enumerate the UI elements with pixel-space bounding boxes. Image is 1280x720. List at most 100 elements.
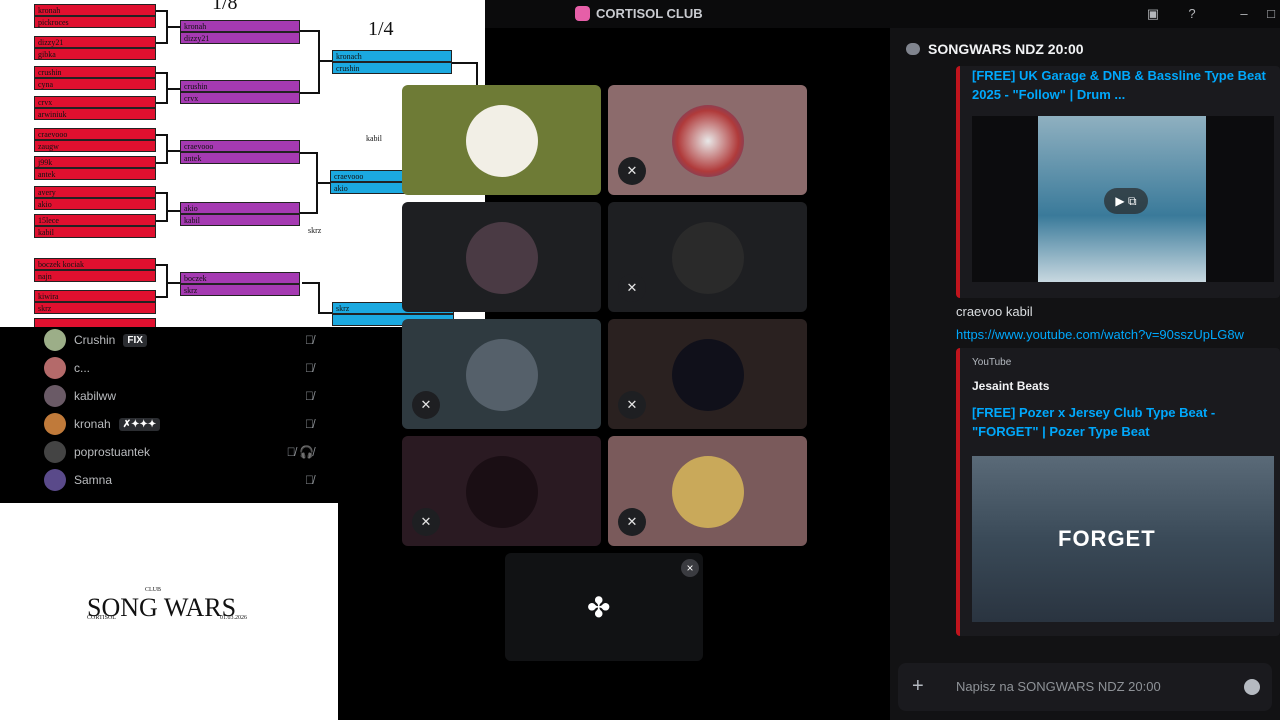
- mic-muted-icon: 🎙̸: [305, 417, 314, 431]
- video-thumbnail[interactable]: FORGET: [972, 456, 1274, 622]
- avatar: [44, 413, 66, 435]
- voice-member[interactable]: kronah ✗✦✦✦ 🎙̸: [44, 413, 314, 435]
- member-badge: ✗✦✦✦: [118, 417, 161, 431]
- bracket-slot: zaugw: [34, 140, 156, 152]
- bracket-slot: craevooo: [34, 128, 156, 140]
- bracket-slot: antek: [34, 168, 156, 180]
- mic-muted-icon: ✕: [412, 508, 440, 536]
- round-label-1-8: 1/8: [212, 0, 238, 14]
- avatar: [44, 329, 66, 351]
- emoji-icon[interactable]: [1244, 679, 1260, 695]
- voice-tile[interactable]: ✕: [608, 319, 807, 429]
- voice-tile[interactable]: [402, 202, 601, 312]
- member-name: Crushin: [74, 333, 116, 347]
- bracket-slot: najn: [34, 270, 156, 282]
- chat-header: SONGWARS NDZ 20:00: [890, 28, 1280, 70]
- minimize-icon[interactable]: –: [1235, 5, 1253, 23]
- voice-member[interactable]: poprostuantek 🎙̸ 🎧̸: [44, 441, 314, 463]
- add-attachment-icon[interactable]: +: [912, 675, 924, 698]
- bracket-slot: akio: [34, 198, 156, 210]
- voice-member[interactable]: kabilww 🎙̸: [44, 385, 314, 407]
- bracket-slot: skrz: [34, 302, 156, 314]
- avatar: [466, 105, 538, 177]
- message-link[interactable]: https://www.youtube.com/watch?v=90sszUpL…: [956, 327, 1244, 342]
- close-icon[interactable]: ×: [681, 559, 699, 577]
- song-wars-brand: CORTISOL: [87, 615, 116, 621]
- deafened-icon: ✕: [618, 508, 646, 536]
- bracket-slot: crushin: [34, 66, 156, 78]
- bracket-slot: cyna: [34, 78, 156, 90]
- voice-tile[interactable]: ✕: [608, 436, 807, 546]
- voice-tile[interactable]: [402, 85, 601, 195]
- server-logo-icon: [575, 6, 590, 21]
- bracket-slot: crvx: [34, 96, 156, 108]
- bracket-slot: kabil: [180, 214, 300, 226]
- channel-name: SONGWARS NDZ 20:00: [928, 41, 1084, 57]
- bracket-slot: craevooo: [180, 140, 300, 152]
- member-name: kabilww: [74, 389, 117, 403]
- chat-bubble-icon: [906, 43, 920, 55]
- play-icon[interactable]: ▶ ⧉: [1104, 188, 1148, 214]
- bracket-note: kabil: [366, 134, 382, 143]
- avatar: [466, 339, 538, 411]
- mic-muted-icon: 🎙̸: [305, 361, 314, 375]
- chat-panel: SONGWARS NDZ 20:00 [FREE] UK Garage & DN…: [890, 28, 1280, 720]
- bracket-slot: boczek kociak: [34, 258, 156, 270]
- app-title: CORTISOL CLUB: [575, 6, 703, 21]
- voice-member-list: Crushin FIX 🎙̸ c... 🎙̸ kabilww 🎙̸ kronah…: [0, 327, 338, 503]
- mic-muted-icon: 🎙̸: [305, 333, 314, 347]
- bracket-slot: j99k: [34, 156, 156, 168]
- avatar: [672, 339, 744, 411]
- bracket-slot: avery: [34, 186, 156, 198]
- mic-muted-icon: 🎙̸: [305, 389, 314, 403]
- deafened-icon: ✕: [412, 391, 440, 419]
- song-wars-date: 01.03.2026: [220, 615, 247, 621]
- avatar: [672, 456, 744, 528]
- bracket-slot: antek: [180, 152, 300, 164]
- bracket-slot: crushin: [180, 80, 300, 92]
- video-thumbnail[interactable]: ▶ ⧉: [972, 116, 1274, 282]
- bracket-slot: arwiniuk: [34, 108, 156, 120]
- mic-muted-icon: ✕: [618, 157, 646, 185]
- bracket-note: skrz: [308, 226, 322, 235]
- bracket-slot: skrz: [180, 284, 300, 296]
- avatar: [466, 222, 538, 294]
- bracket-slot: crushin: [332, 62, 452, 74]
- voice-tile[interactable]: ✕: [402, 436, 601, 546]
- avatar: [44, 469, 66, 491]
- voice-tile[interactable]: ✕: [402, 319, 601, 429]
- bracket-slot: pickroces: [34, 16, 156, 28]
- help-icon[interactable]: ?: [1183, 5, 1201, 23]
- youtube-embed: YouTube Jesaint Beats [FREE] Pozer x Jer…: [956, 348, 1280, 636]
- avatar: [672, 222, 744, 294]
- embed-title[interactable]: [FREE] Pozer x Jersey Club Type Beat - "…: [972, 403, 1262, 441]
- voice-member[interactable]: Crushin FIX 🎙̸: [44, 329, 314, 351]
- bracket-slot: kiwira: [34, 290, 156, 302]
- member-name: poprostuantek: [74, 445, 151, 459]
- bracket-slot: dizzy21: [180, 32, 300, 44]
- mic-muted-icon: 🎙̸: [305, 473, 314, 487]
- embed-title[interactable]: [FREE] UK Garage & DNB & Bassline Type B…: [972, 66, 1272, 104]
- embed-provider: YouTube: [972, 357, 1012, 368]
- round-label-1-4: 1/4: [368, 18, 394, 40]
- message-input[interactable]: + Napisz na SONGWARS NDZ 20:00: [898, 663, 1272, 711]
- maximize-icon[interactable]: □: [1262, 5, 1280, 23]
- app-title-text: CORTISOL CLUB: [596, 6, 703, 21]
- activity-tile[interactable]: ✤ ×: [505, 553, 703, 661]
- voice-member[interactable]: c... 🎙̸: [44, 357, 314, 379]
- youtube-embed: [FREE] UK Garage & DNB & Bassline Type B…: [956, 66, 1280, 298]
- mic-muted-icon: ✕: [618, 274, 646, 302]
- bracket-slot: kronach: [332, 50, 452, 62]
- voice-member[interactable]: Samna 🎙̸: [44, 469, 314, 491]
- mic-muted-icon: ✕: [618, 391, 646, 419]
- member-name: c...: [74, 361, 91, 375]
- embed-author[interactable]: Jesaint Beats: [972, 379, 1049, 393]
- avatar: [466, 456, 538, 528]
- bracket-slot: kronah: [34, 4, 156, 16]
- mic-muted-icon: 🎙̸ 🎧̸: [286, 445, 314, 459]
- member-name: kronah: [74, 417, 111, 431]
- bracket-slot: kronah: [180, 20, 300, 32]
- voice-tile[interactable]: ✕: [608, 85, 807, 195]
- voice-tile[interactable]: ✕: [608, 202, 807, 312]
- inbox-icon[interactable]: ▣: [1144, 5, 1162, 23]
